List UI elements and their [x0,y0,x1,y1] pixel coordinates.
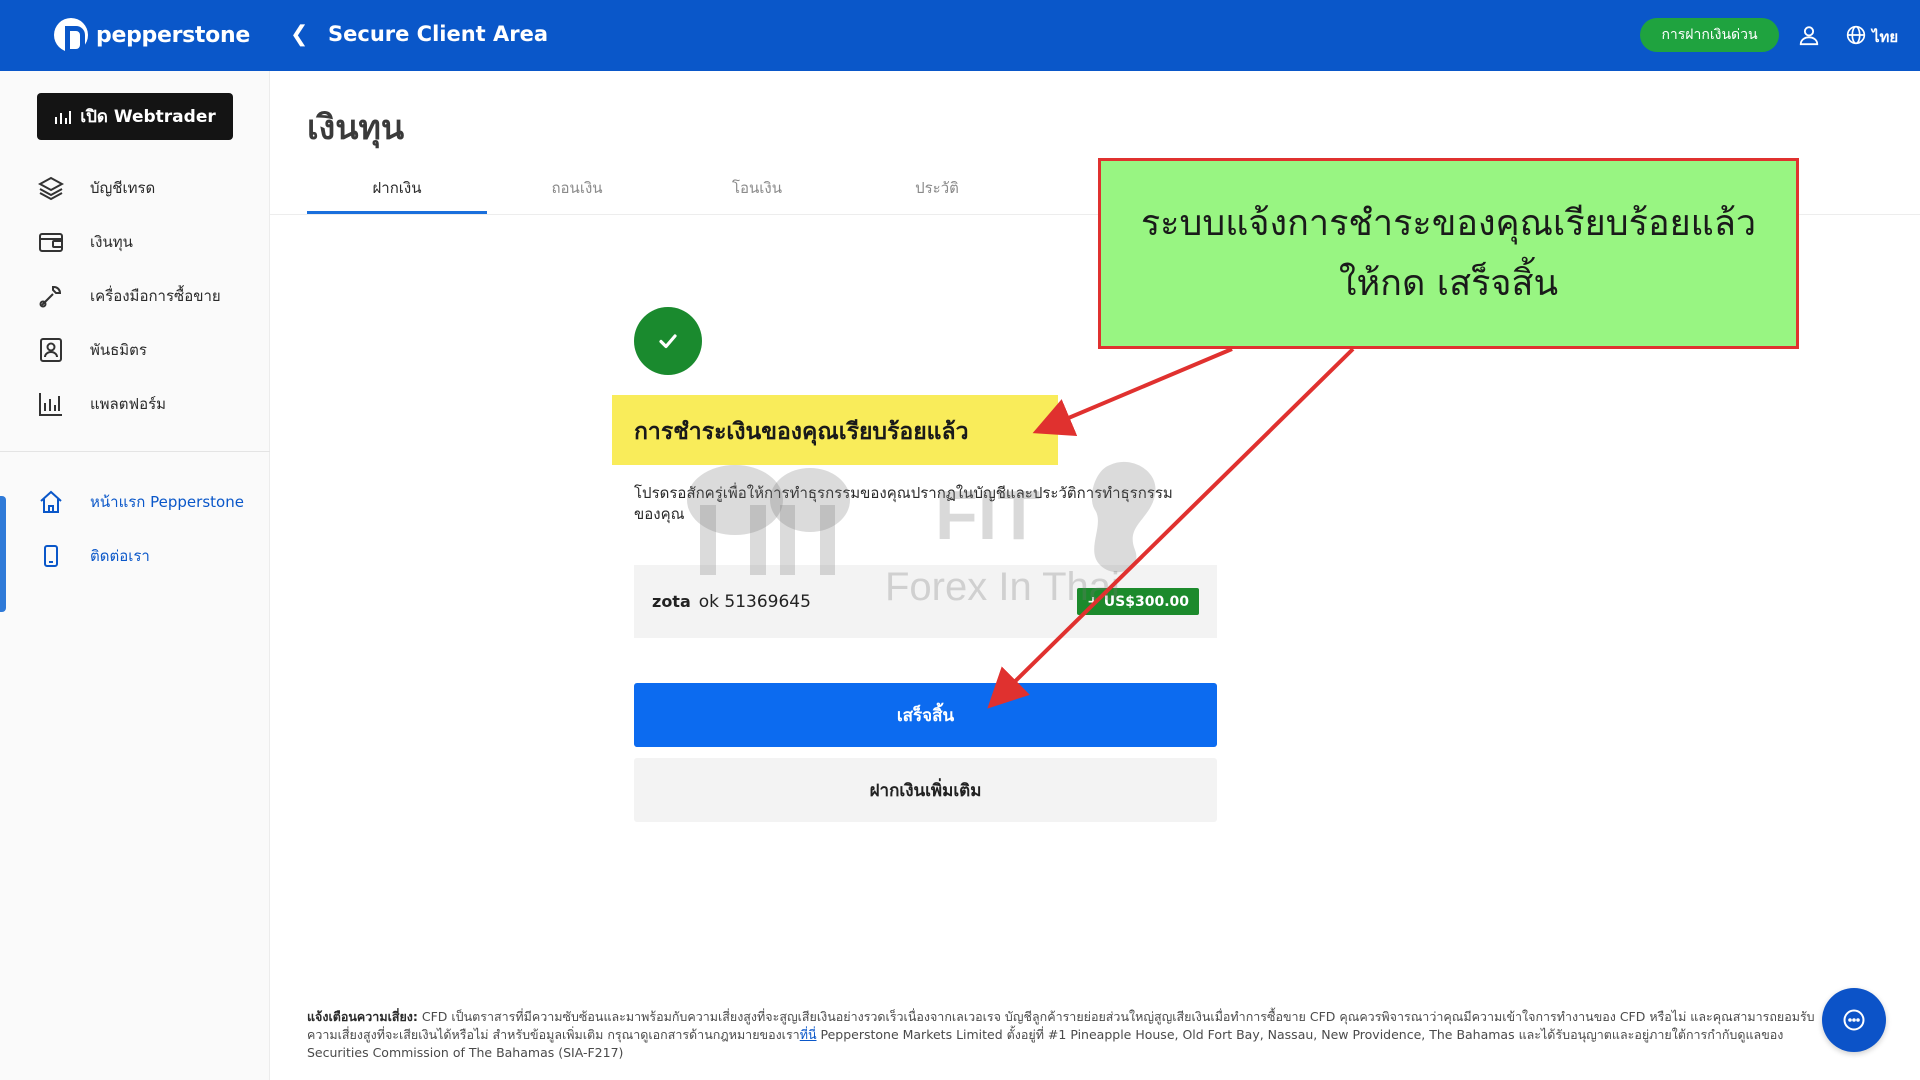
sidebar-item-label: บัญชีเทรด [90,179,156,197]
payment-provider-logo: zοta [652,592,691,611]
transaction-reference: ok 51369645 [698,591,811,612]
top-bar: pepperstone ❮ Secure Client Area การฝากเ… [0,0,1920,71]
sidebar-item-trading-accounts[interactable]: บัญชีเทรด [38,175,155,201]
app-title: Secure Client Area [328,22,549,46]
tools-icon [38,283,64,309]
side-drawer-tab[interactable] [0,496,6,612]
open-webtrader-button[interactable]: เปิด Webtrader [37,93,233,140]
page-title: เงินทุน [307,108,405,148]
finish-button[interactable]: เสร็จสิ้น [634,683,1217,747]
annotation-line-2: ให้กด เสร็จสิ้น [1338,262,1559,304]
instruction-annotation-box: ระบบแจ้งการชำระของคุณเรียบร้อยแล้ว ให้กด… [1098,158,1799,349]
sidebar-item-funds[interactable]: เงินทุน [38,229,133,255]
tab-deposit[interactable]: ฝากเงิน [307,170,487,214]
legal-docs-link[interactable]: ที่นี่ [800,1027,817,1042]
wallet-icon [38,229,64,255]
tab-withdraw[interactable]: ถอนเงิน [487,170,667,214]
pepperstone-logo-icon [54,18,88,54]
sidebar-item-label: เงินทุน [90,233,133,251]
risk-disclaimer: แจ้งเตือนความเสี่ยง: CFD เป็นตราสารที่มี… [307,1008,1837,1062]
phone-icon [38,543,64,569]
webtrader-icon [55,110,72,124]
sidebar-link-label: หน้าแรก Pepperstone [90,493,244,511]
quick-deposit-button[interactable]: การฝากเงินด่วน [1640,18,1779,52]
success-subtitle: โปรดรอสักครู่เพื่อให้การทำธุรกรรมของคุณป… [634,484,1173,523]
arrow-to-success-title [1032,347,1233,436]
pepperstone-logo[interactable]: pepperstone [54,18,250,54]
sidebar-item-platforms[interactable]: แพลตฟอร์ม [38,391,166,417]
annotation-line-1: ระบบแจ้งการชำระของคุณเรียบร้อยแล้ว [1140,202,1757,244]
partner-icon [38,337,64,363]
sidebar-item-label: แพลตฟอร์ม [90,395,167,413]
sidebar-divider [0,451,270,452]
brand-name: pepperstone [96,22,250,48]
sidebar: เปิด Webtrader บัญชีเทรด เงินทุน เครื่อง… [0,71,270,1080]
webtrader-label: เปิด Webtrader [80,107,216,127]
sidebar-item-label: พันธมิตร [90,341,147,359]
success-title: การชำระเงินของคุณเรียบร้อยแล้ว [634,419,969,445]
tab-history[interactable]: ประวัติ [847,170,1027,214]
language-selector[interactable]: ไทย [1872,25,1898,49]
globe-icon[interactable] [1846,25,1866,45]
sidebar-link-pepperstone-home[interactable]: หน้าแรก Pepperstone [38,489,244,515]
success-check-icon [634,307,702,375]
disclaimer-label: แจ้งเตือนความเสี่ยง: [307,1009,418,1024]
sidebar-item-partners[interactable]: พันธมิตร [38,337,147,363]
back-chevron-icon[interactable]: ❮ [290,22,308,47]
transaction-amount-badge: + US$300.00 [1077,588,1199,615]
deposit-more-button[interactable]: ฝากเงินเพิ่มเติม [634,758,1217,822]
chart-icon [38,391,64,417]
sidebar-link-label: ติดต่อเรา [90,547,150,565]
sidebar-link-contact[interactable]: ติดต่อเรา [38,543,150,569]
sidebar-item-trading-tools[interactable]: เครื่องมือการซื้อขาย [38,283,221,309]
chat-icon [1843,1009,1865,1031]
sidebar-item-label: เครื่องมือการซื้อขาย [90,287,221,305]
transaction-card: zοta ok 51369645 + US$300.00 [634,565,1217,638]
layers-icon [38,175,64,201]
home-icon [38,489,64,515]
user-icon[interactable] [1798,24,1820,46]
chat-button[interactable] [1822,988,1886,1052]
tab-transfer[interactable]: โอนเงิน [667,170,847,214]
